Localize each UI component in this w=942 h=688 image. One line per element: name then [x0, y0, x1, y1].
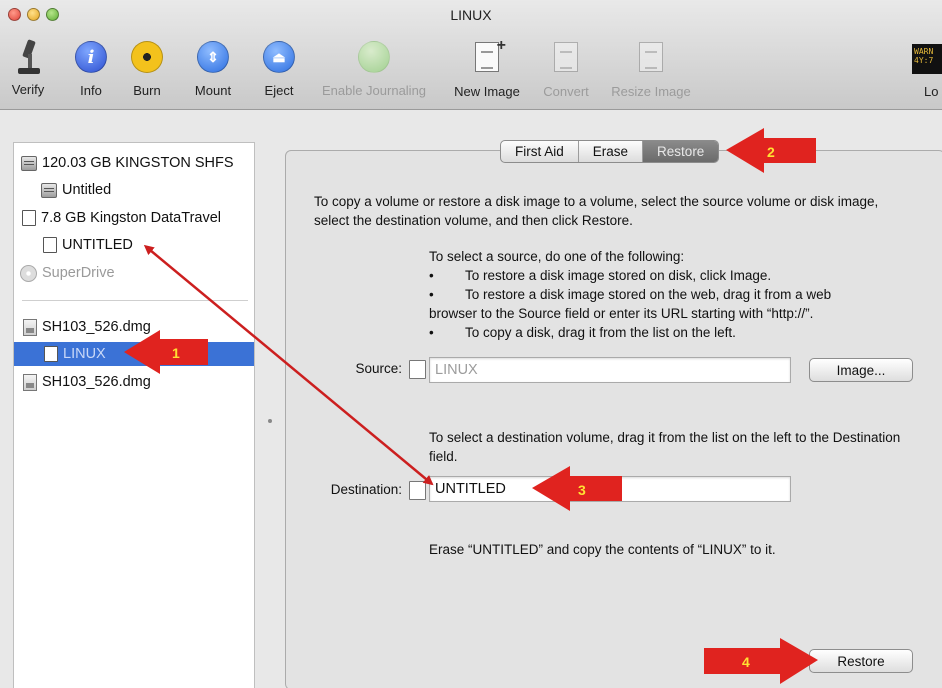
toolbar-label-verify: Verify: [11, 82, 45, 97]
sidebar-item-dmg-image-2[interactable]: SH103_526.dmg: [14, 370, 254, 394]
volume-icon: [44, 346, 58, 362]
info-button[interactable]: i Info: [70, 40, 112, 98]
sidebar-item-label: SH103_526.dmg: [42, 374, 151, 390]
device-sidebar: 120.03 GB KINGSTON SHFS Untitled 7.8 GB …: [13, 142, 255, 688]
source-volume-icon: [409, 360, 426, 379]
destination-label: Destination:: [330, 482, 402, 497]
bullet-marker: •: [429, 287, 434, 302]
sidebar-item-kingston-shfs-disk[interactable]: 120.03 GB KINGSTON SHFS: [14, 151, 254, 175]
source-label: Source:: [355, 361, 402, 376]
toolbar-label-enable-journaling: Enable Journaling: [321, 83, 427, 98]
info-icon: i: [74, 41, 108, 75]
hard-disk-icon: [41, 182, 57, 198]
restore-panel: [285, 150, 942, 688]
destination-field[interactable]: UNTITLED: [429, 476, 791, 502]
sidebar-item-label: SH103_526.dmg: [42, 319, 151, 335]
tab-erase[interactable]: Erase: [579, 141, 644, 162]
toolbar-label-eject: Eject: [264, 83, 294, 98]
optical-drive-icon: [20, 264, 37, 282]
source-instruction-continuation: browser to the Source field or enter its…: [429, 306, 814, 321]
title-bar: LINUX Verify i Info Burn ⇕ Mount ⏏ Eject…: [0, 0, 942, 110]
window-title: LINUX: [450, 7, 492, 23]
tab-first-aid[interactable]: First Aid: [501, 141, 579, 162]
sidebar-item-label: LINUX: [63, 346, 106, 362]
disk-utility-window: LINUX Verify i Info Burn ⇕ Mount ⏏ Eject…: [0, 0, 942, 688]
sidebar-item-label: UNTITLED: [62, 237, 133, 253]
enable-journaling-button[interactable]: Enable Journaling: [312, 40, 436, 98]
eject-button[interactable]: ⏏ Eject: [258, 40, 300, 98]
source-instruction-item: • To restore a disk image stored on disk…: [429, 266, 909, 285]
image-button[interactable]: Image...: [809, 358, 913, 382]
bullet-marker: •: [429, 268, 434, 283]
toolbar-label-resize-image: Resize Image: [611, 84, 691, 99]
toolbar-label-burn: Burn: [133, 83, 161, 98]
resize-image-button[interactable]: Resize Image: [603, 40, 699, 99]
journaling-icon: [357, 41, 391, 75]
convert-button[interactable]: Convert: [537, 40, 595, 99]
volume-icon: [22, 210, 36, 226]
sidebar-item-kingston-datatraveler[interactable]: 7.8 GB Kingston DataTravel: [14, 206, 254, 230]
toolbar-label-info: Info: [80, 83, 102, 98]
new-image-icon: +: [470, 37, 506, 76]
source-instruction-text: To restore a disk image stored on the we…: [465, 287, 832, 302]
source-instruction-text: To copy a disk, drag it from the list on…: [465, 325, 736, 340]
toolbar-label-convert: Convert: [543, 84, 589, 99]
burn-icon: [130, 41, 164, 75]
disk-image-icon: [23, 318, 37, 336]
split-view-handle[interactable]: [268, 419, 272, 423]
sidebar-item-label: 120.03 GB KINGSTON SHFS: [42, 155, 234, 171]
new-image-button[interactable]: + New Image: [446, 37, 528, 99]
tab-restore[interactable]: Restore: [643, 141, 719, 162]
sidebar-item-superdrive[interactable]: SuperDrive: [14, 261, 254, 285]
source-field[interactable]: LINUX: [429, 357, 791, 383]
restore-summary-text: Erase “UNTITLED” and copy the contents o…: [429, 542, 776, 557]
disk-image-icon: [23, 373, 37, 391]
restore-button[interactable]: Restore: [809, 649, 913, 673]
sidebar-item-untitled-destination[interactable]: UNTITLED: [14, 233, 254, 257]
toolbar-label-new-image: New Image: [454, 84, 520, 99]
sidebar-item-linux-source[interactable]: LINUX: [14, 342, 254, 366]
toolbar-label-mount: Mount: [194, 83, 232, 98]
hard-disk-icon: [21, 155, 37, 171]
bullet-marker: •: [429, 325, 434, 340]
source-heading: To select a source, do one of the follow…: [429, 249, 685, 264]
source-instruction-text: To restore a disk image stored on disk, …: [465, 268, 772, 283]
sidebar-item-dmg-image[interactable]: SH103_526.dmg: [14, 315, 254, 339]
mount-button[interactable]: ⇕ Mount: [186, 40, 240, 98]
destination-volume-icon: [409, 481, 426, 500]
eject-icon: ⏏: [262, 41, 296, 75]
microscope-icon: [11, 39, 45, 74]
toolbar-label-log[interactable]: Lo: [924, 84, 938, 99]
tab-bar: First Aid Erase Restore: [500, 140, 720, 163]
log-icon[interactable]: WARN 4Y:7: [912, 44, 942, 74]
source-instruction-item: • To restore a disk image stored on the …: [429, 285, 909, 304]
convert-icon: [549, 42, 583, 76]
verify-button[interactable]: Verify: [8, 39, 48, 97]
sidebar-item-label: SuperDrive: [42, 265, 115, 281]
burn-button[interactable]: Burn: [127, 40, 167, 98]
sidebar-item-untitled-volume[interactable]: Untitled: [14, 178, 254, 202]
destination-help-text: To select a destination volume, drag it …: [429, 430, 901, 464]
sidebar-item-label: Untitled: [62, 182, 112, 198]
restore-intro-text: To copy a volume or restore a disk image…: [314, 194, 879, 228]
source-instruction-item: • To copy a disk, drag it from the list …: [429, 323, 909, 342]
volume-icon: [43, 237, 57, 253]
resize-image-icon: [634, 42, 668, 76]
mount-icon: ⇕: [196, 41, 230, 75]
sidebar-item-label: 7.8 GB Kingston DataTravel: [41, 210, 221, 226]
sidebar-divider: [22, 300, 248, 301]
